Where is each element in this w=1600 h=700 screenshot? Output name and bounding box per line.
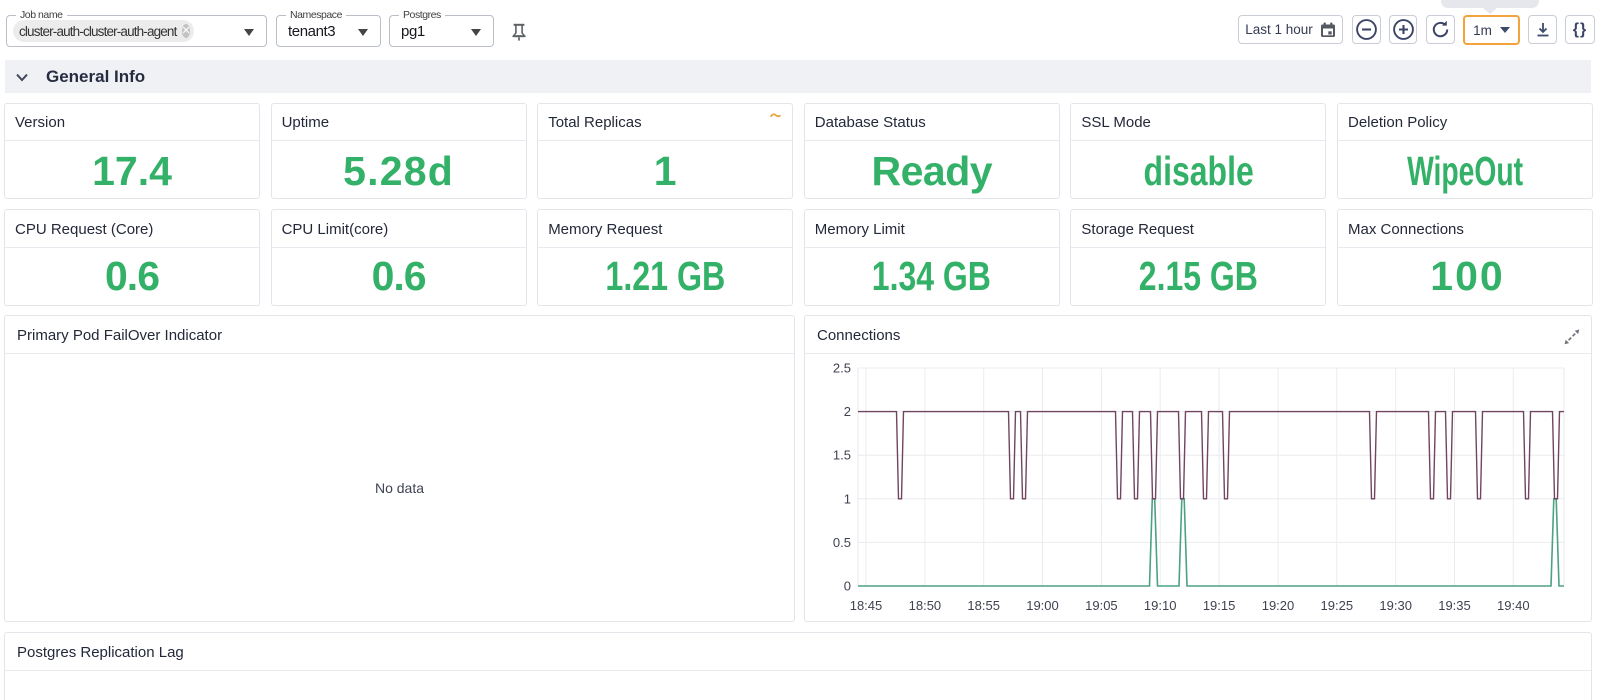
svg-text:18:55: 18:55 (967, 598, 1000, 613)
svg-text:0.5: 0.5 (833, 535, 851, 550)
svg-text:2.5: 2.5 (833, 361, 851, 376)
svg-text:19:25: 19:25 (1321, 598, 1354, 613)
svg-text:19:05: 19:05 (1085, 598, 1118, 613)
svg-text:19:35: 19:35 (1438, 598, 1471, 613)
svg-text:19:10: 19:10 (1144, 598, 1177, 613)
svg-text:0: 0 (844, 579, 851, 594)
svg-text:19:00: 19:00 (1026, 598, 1059, 613)
svg-text:1.5: 1.5 (833, 448, 851, 463)
svg-text:19:15: 19:15 (1203, 598, 1236, 613)
svg-text:1: 1 (844, 491, 851, 506)
svg-text:19:20: 19:20 (1262, 598, 1295, 613)
svg-text:18:45: 18:45 (850, 598, 883, 613)
svg-text:18:50: 18:50 (909, 598, 942, 613)
svg-text:19:30: 19:30 (1379, 598, 1412, 613)
svg-text:19:40: 19:40 (1497, 598, 1530, 613)
svg-text:2: 2 (844, 404, 851, 419)
